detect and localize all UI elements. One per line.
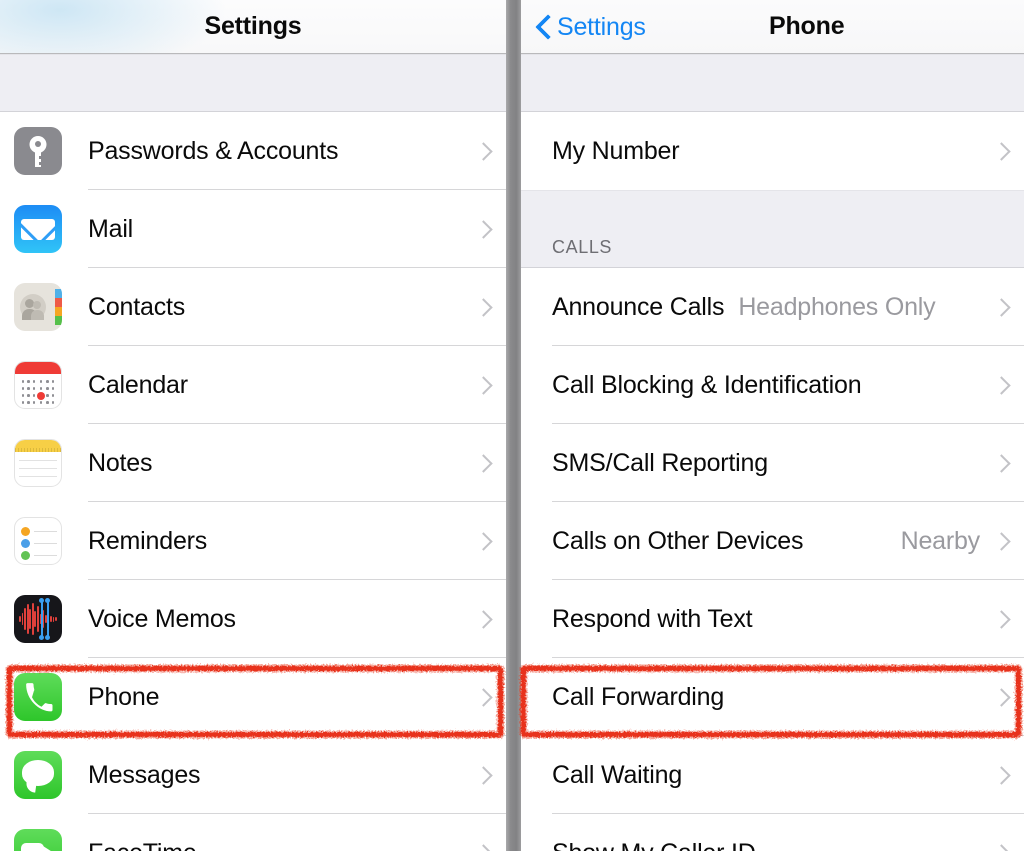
row-call-blocking-identification[interactable]: Call Blocking & Identification [521, 346, 1024, 424]
chevron-right-icon [476, 452, 490, 474]
phone-navbar: Settings Phone [521, 0, 1024, 54]
chevron-right-icon [476, 608, 490, 630]
chevron-right-icon [994, 686, 1008, 708]
phone-settings-panel: Settings Phone My Number CALLS Announce … [521, 0, 1024, 851]
calls-list: Announce Calls Headphones Only Call Bloc… [521, 268, 1024, 851]
settings-list: Passwords & Accounts Mail Contacts Calen… [0, 112, 506, 851]
sidebar-item-label: FaceTime [88, 839, 197, 851]
sidebar-item-facetime[interactable]: FaceTime [0, 814, 506, 851]
reminders-icon [14, 517, 62, 565]
voice-memos-icon [14, 595, 62, 643]
passwords-icon [14, 127, 62, 175]
sidebar-item-reminders[interactable]: Reminders [0, 502, 506, 580]
sidebar-item-voice-memos[interactable]: Voice Memos [0, 580, 506, 658]
sidebar-item-contacts[interactable]: Contacts [0, 268, 506, 346]
calendar-dot-grid [20, 378, 56, 406]
chevron-right-icon [994, 764, 1008, 786]
chevron-right-icon [994, 452, 1008, 474]
chevron-right-icon [476, 374, 490, 396]
mail-icon [14, 205, 62, 253]
sidebar-item-calendar[interactable]: Calendar [0, 346, 506, 424]
sidebar-item-label: Notes [88, 448, 153, 477]
row-my-number[interactable]: My Number [521, 112, 1024, 190]
row-label: Call Forwarding [552, 682, 725, 711]
row-label: Call Waiting [552, 760, 683, 789]
chevron-right-icon [476, 140, 490, 162]
row-sms-call-reporting[interactable]: SMS/Call Reporting [521, 424, 1024, 502]
settings-group-gap [0, 54, 506, 112]
row-respond-with-text[interactable]: Respond with Text [521, 580, 1024, 658]
chevron-right-icon [476, 686, 490, 708]
row-label: SMS/Call Reporting [552, 448, 768, 477]
row-announce-calls[interactable]: Announce Calls Headphones Only [521, 268, 1024, 346]
chevron-right-icon [994, 608, 1008, 630]
sidebar-item-passwords-accounts[interactable]: Passwords & Accounts [0, 112, 506, 190]
row-call-waiting[interactable]: Call Waiting [521, 736, 1024, 814]
sidebar-item-phone[interactable]: Phone [0, 658, 506, 736]
facetime-icon [14, 829, 62, 851]
sidebar-item-label: Contacts [88, 292, 186, 321]
sidebar-item-messages[interactable]: Messages [0, 736, 506, 814]
panel-divider [506, 0, 521, 851]
sidebar-item-label: Phone [88, 682, 160, 711]
section-header-label: CALLS [552, 237, 613, 257]
chevron-right-icon [994, 140, 1008, 162]
chevron-right-icon [476, 530, 490, 552]
sidebar-item-label: Mail [88, 214, 134, 243]
row-label: Respond with Text [552, 604, 753, 633]
section-header-calls: CALLS [521, 190, 1024, 268]
chevron-right-icon [994, 842, 1008, 851]
sidebar-item-label: Voice Memos [88, 604, 236, 633]
notes-icon [14, 439, 62, 487]
row-show-my-caller-id[interactable]: Show My Caller ID [521, 814, 1024, 851]
row-label: My Number [552, 136, 680, 165]
calendar-icon [14, 361, 62, 409]
chevron-right-icon [994, 296, 1008, 318]
screenshot-root: Settings Passwords & Accounts Mail Conta… [0, 0, 1024, 851]
settings-panel: Settings Passwords & Accounts Mail Conta… [0, 0, 506, 851]
page-title: Phone [769, 12, 845, 40]
page-title: Settings [204, 12, 302, 40]
sidebar-item-mail[interactable]: Mail [0, 190, 506, 268]
row-label: Show My Caller ID [552, 839, 756, 851]
contacts-icon [14, 283, 62, 331]
chevron-right-icon [476, 218, 490, 240]
sidebar-item-label: Passwords & Accounts [88, 136, 339, 165]
chevron-right-icon [994, 374, 1008, 396]
chevron-right-icon [476, 296, 490, 318]
phone-icon [14, 673, 62, 721]
sidebar-item-label: Reminders [88, 526, 208, 555]
row-label: Calls on Other Devices [552, 526, 804, 555]
phone-group-gap [521, 54, 1024, 112]
sidebar-item-label: Messages [88, 760, 201, 789]
sidebar-item-notes[interactable]: Notes [0, 424, 506, 502]
phone-first-group: My Number [521, 112, 1024, 190]
row-calls-on-other-devices[interactable]: Calls on Other Devices Nearby [521, 502, 1024, 580]
row-value: Nearby [900, 526, 981, 555]
sidebar-item-label: Calendar [88, 370, 188, 399]
messages-icon [14, 751, 62, 799]
chevron-right-icon [994, 530, 1008, 552]
row-call-forwarding[interactable]: Call Forwarding [521, 658, 1024, 736]
row-value: Headphones Only [738, 292, 936, 321]
row-label: Announce Calls [552, 292, 725, 321]
row-label: Call Blocking & Identification [552, 370, 862, 399]
chevron-right-icon [476, 842, 490, 851]
chevron-right-icon [476, 764, 490, 786]
settings-navbar: Settings [0, 0, 506, 54]
